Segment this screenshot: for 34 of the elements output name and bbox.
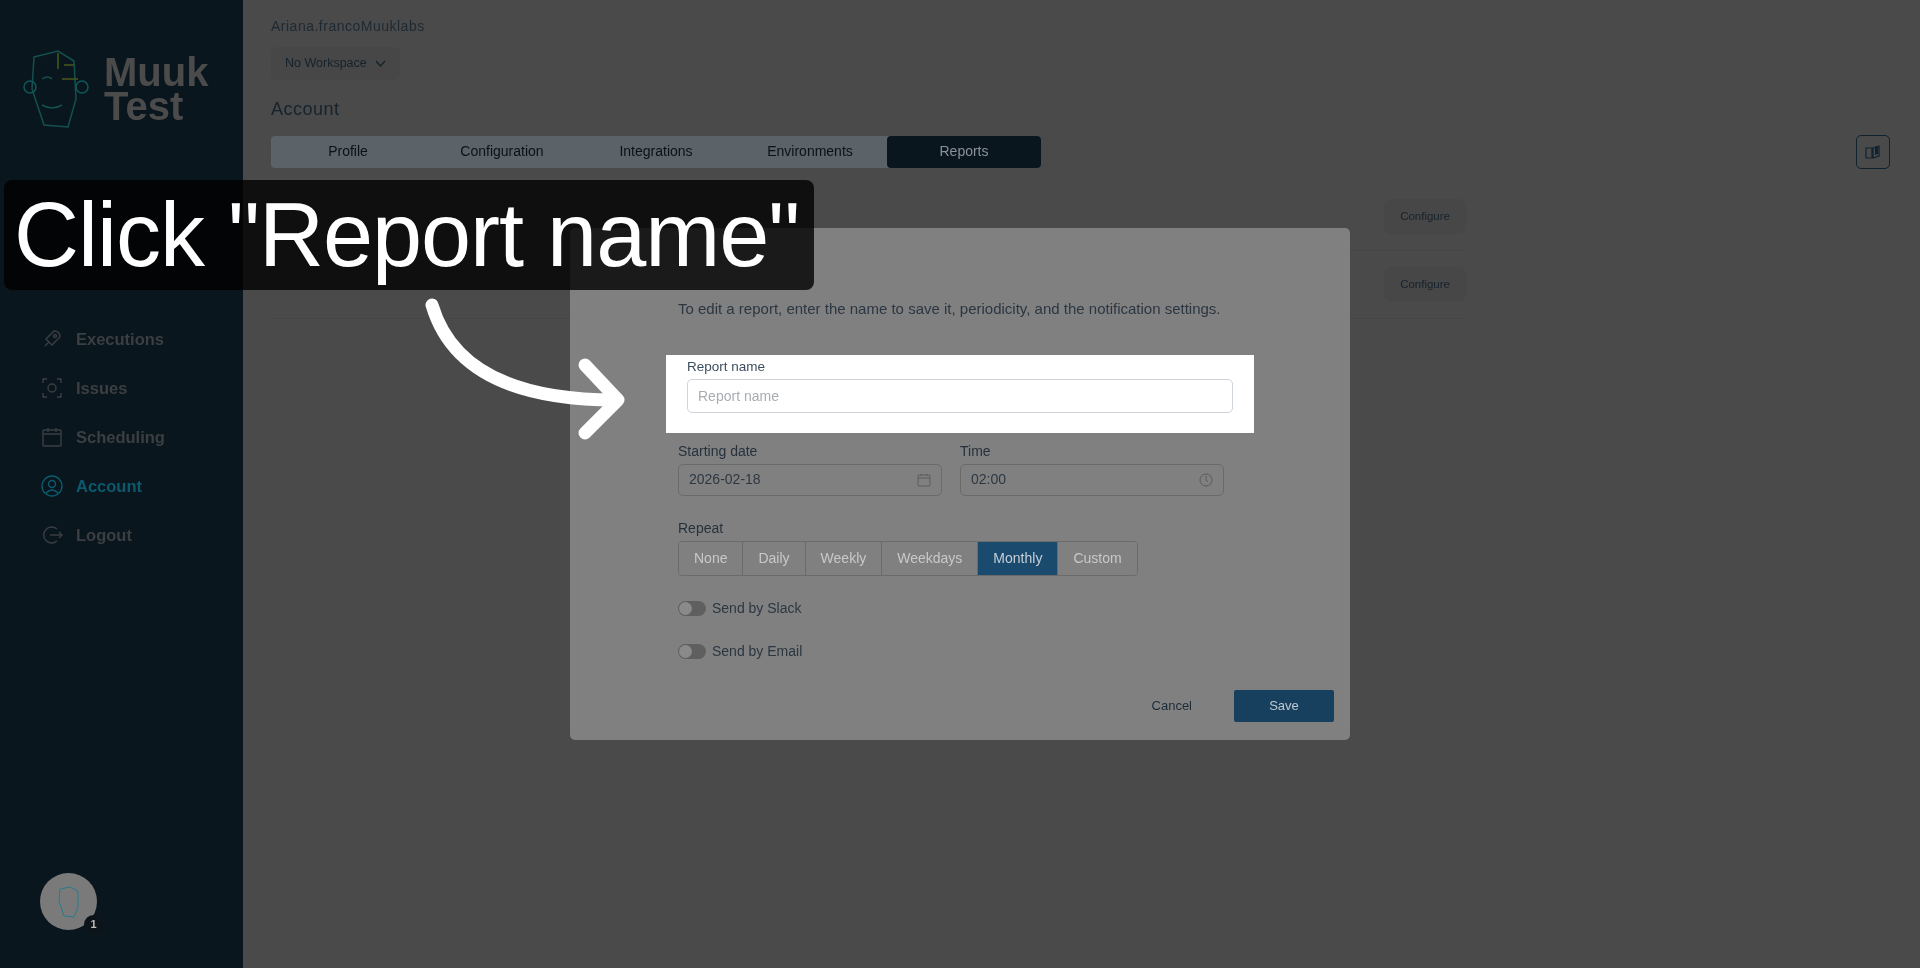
field-label: Repeat <box>678 518 725 538</box>
toggle-switch[interactable] <box>678 600 706 616</box>
instruction-callout: Click "Report name" <box>4 180 814 290</box>
dialog-description: To edit a report, enter the name to save it, periodicity, and the notification settings. <box>678 299 1222 319</box>
logout-icon <box>40 523 64 547</box>
repeat-option[interactable]: None <box>679 541 744 575</box>
toggle-label: Send by Email <box>712 641 803 661</box>
field-label: Time <box>960 441 992 461</box>
toggle-label: Send by Slack <box>712 598 802 618</box>
tab[interactable]: Profile <box>271 135 425 168</box>
field-label: Report name <box>687 357 767 376</box>
calendar-icon <box>40 425 64 449</box>
cancel-button[interactable]: Cancel <box>1145 695 1198 717</box>
sidebar-item[interactable]: Account <box>40 472 243 500</box>
tab[interactable]: Environments <box>733 135 887 168</box>
chevron-down-icon <box>374 59 386 67</box>
notification-count: 1 <box>84 915 103 934</box>
avatar[interactable] <box>40 873 97 930</box>
clock-icon <box>1199 472 1213 487</box>
tab[interactable]: Integrations <box>579 135 733 168</box>
report-name-field[interactable]: Report name <box>687 378 1233 413</box>
input-field[interactable]: 02:00 <box>960 463 1224 496</box>
user-icon <box>40 474 64 498</box>
tab[interactable]: Configuration <box>425 135 579 168</box>
save-button[interactable]: Save <box>1234 690 1334 722</box>
repeat-option[interactable]: Monthly <box>978 541 1059 575</box>
guide-button[interactable] <box>1856 134 1890 169</box>
input-field[interactable]: 2026-02-18 <box>678 463 942 496</box>
toggle-switch[interactable] <box>678 643 706 659</box>
field-label: Starting date <box>678 441 759 461</box>
calendar-icon <box>917 472 931 487</box>
logo-wordmark: Muuk Test <box>104 55 209 123</box>
tab[interactable]: Reports <box>887 135 1041 168</box>
book-icon <box>1865 144 1881 159</box>
